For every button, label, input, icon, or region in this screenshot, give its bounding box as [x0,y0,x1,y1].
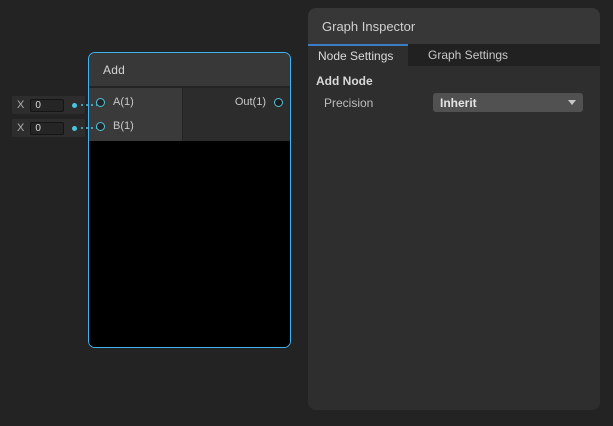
inspector-content: Add Node Precision Inherit [308,66,600,410]
output-ports-section: Out(1) [183,88,290,141]
node-ports: A(1) B(1) Out(1) [89,88,290,141]
default-input-a-field[interactable] [30,99,64,112]
input-port-a-icon[interactable] [96,98,105,107]
node-title: Add [103,63,125,77]
inspector-title-bar[interactable]: Graph Inspector [308,8,600,44]
default-input-b-field[interactable] [30,122,64,135]
tab-node-settings-label: Node Settings [318,49,393,63]
port-row-out: Out(1) [183,90,290,114]
precision-label: Precision [324,96,433,110]
output-port-label: Out(1) [235,96,266,108]
output-port-icon[interactable] [274,98,283,107]
graph-inspector-panel: Graph Inspector Node Settings Graph Sett… [308,8,600,410]
port-row-a: A(1) [89,90,182,114]
edge-endpoint-dot [72,126,77,131]
input-port-b-icon[interactable] [96,122,105,131]
node-preview [89,141,290,347]
default-input-a-axis-label: X [17,99,24,111]
node-title-bar[interactable]: Add [89,53,290,88]
precision-dropdown[interactable]: Inherit [433,93,583,112]
port-row-b: B(1) [89,114,182,138]
graph-canvas[interactable]: Add A(1) B(1) Out(1) [0,0,613,426]
tab-node-settings[interactable]: Node Settings [308,44,408,66]
precision-field-row: Precision Inherit [316,93,592,112]
default-input-a: X [12,96,85,114]
node-settings-section-title: Add Node [316,74,592,88]
add-node[interactable]: Add A(1) B(1) Out(1) [88,52,291,348]
default-input-b-axis-label: X [17,122,24,134]
precision-dropdown-value: Inherit [440,96,477,110]
default-input-b: X [12,119,85,137]
inspector-tabs: Node Settings Graph Settings [308,44,600,66]
edge-endpoint-dot [72,103,77,108]
inspector-title: Graph Inspector [322,19,415,34]
tab-graph-settings-label: Graph Settings [428,48,508,62]
chevron-down-icon [568,100,576,105]
input-ports-section: A(1) B(1) [89,88,183,141]
input-port-b-label: B(1) [113,120,134,132]
input-port-a-label: A(1) [113,96,134,108]
tab-graph-settings[interactable]: Graph Settings [414,44,522,66]
